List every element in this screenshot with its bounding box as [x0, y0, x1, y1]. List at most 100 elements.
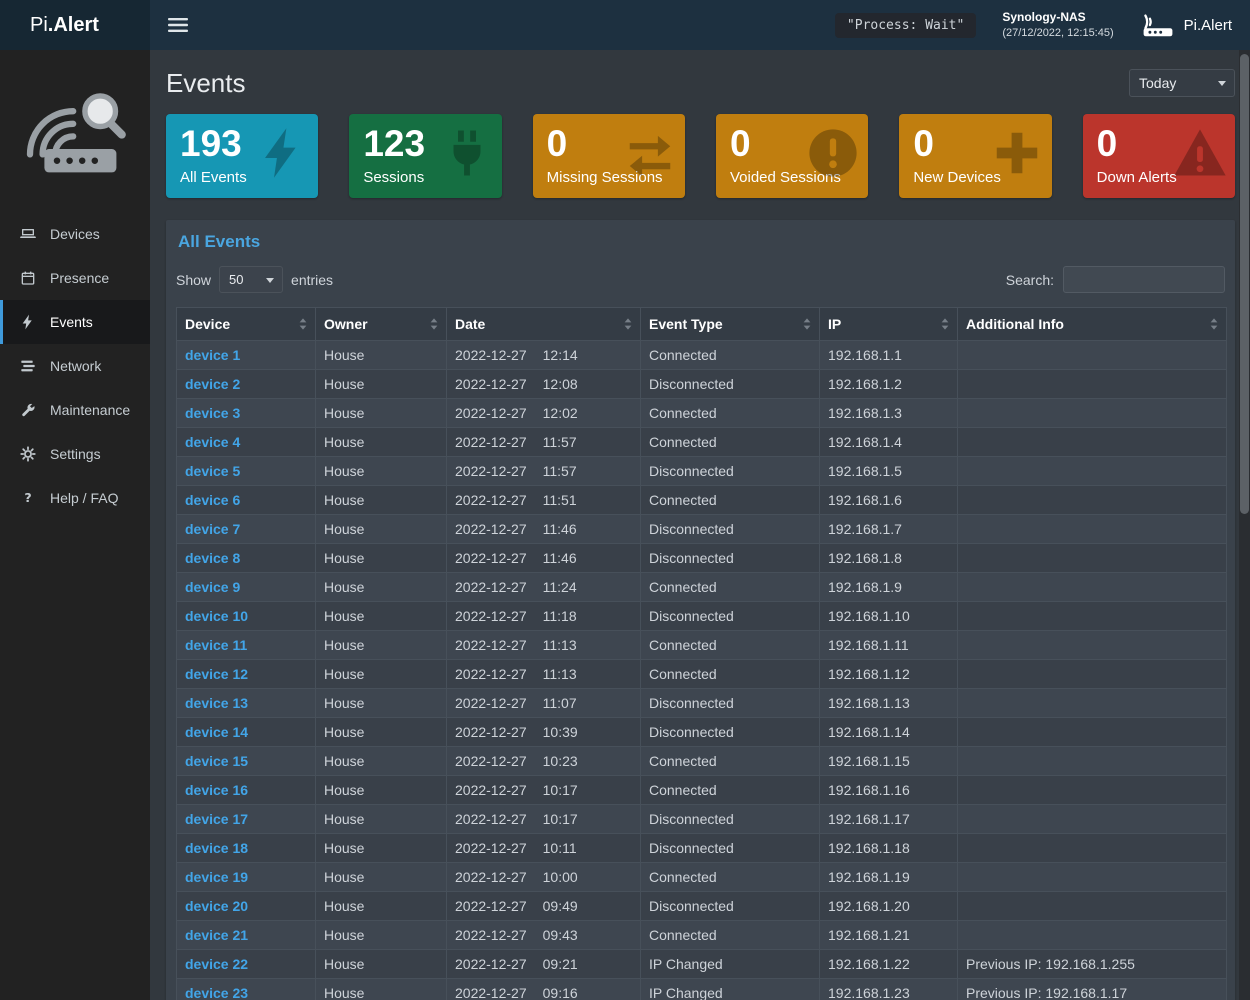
owner-cell: House [316, 544, 447, 573]
device-link[interactable]: device 22 [185, 956, 248, 972]
device-link[interactable]: device 15 [185, 753, 248, 769]
date-cell: 2022-12-2710:17 [447, 805, 641, 834]
sidebar-item-presence[interactable]: Presence [0, 256, 150, 300]
page-scrollbar[interactable] [1239, 50, 1250, 1000]
date-cell: 2022-12-2711:13 [447, 660, 641, 689]
device-link[interactable]: device 23 [185, 985, 248, 1000]
device-link[interactable]: device 16 [185, 782, 248, 798]
date-cell: 2022-12-2710:39 [447, 718, 641, 747]
event-type-cell: Disconnected [641, 892, 820, 921]
ip-cell: 192.168.1.5 [820, 457, 958, 486]
sidebar: Devices Presence EventsNetwork Maintenance S… [0, 50, 150, 1000]
additional-info-cell [958, 660, 1227, 689]
sidebar-item-maintenance[interactable]: Maintenance [0, 388, 150, 432]
owner-cell: House [316, 979, 447, 1000]
device-link[interactable]: device 10 [185, 608, 248, 624]
device-cell: device 5 [177, 457, 316, 486]
column-header-date[interactable]: Date [447, 308, 641, 341]
device-link[interactable]: device 21 [185, 927, 248, 943]
device-link[interactable]: device 3 [185, 405, 240, 421]
stat-card-down-alerts: 0Down Alerts [1083, 114, 1235, 198]
additional-info-cell [958, 341, 1227, 370]
table-row: device 4House2022-12-2711:57Connected192… [177, 428, 1227, 457]
device-link[interactable]: device 9 [185, 579, 240, 595]
sidebar-nav: Devices Presence EventsNetwork Maintenance S… [0, 212, 150, 520]
device-cell: device 21 [177, 921, 316, 950]
table-row: device 12House2022-12-2711:13Connected19… [177, 660, 1227, 689]
device-link[interactable]: device 12 [185, 666, 248, 682]
sort-icon [624, 318, 632, 330]
table-row: device 22House2022-12-2709:21IP Changed1… [177, 950, 1227, 979]
exclamation-icon [806, 126, 860, 180]
additional-info-cell [958, 747, 1227, 776]
ip-cell: 192.168.1.10 [820, 602, 958, 631]
device-link[interactable]: device 14 [185, 724, 248, 740]
search-input[interactable] [1063, 266, 1225, 293]
device-link[interactable]: device 18 [185, 840, 248, 856]
sidebar-item-settings[interactable]: Settings [0, 432, 150, 476]
events-panel: All Events Show 50 entries Search: [166, 220, 1235, 1000]
network-icon [20, 358, 40, 374]
event-type-cell: Connected [641, 660, 820, 689]
column-header-event-type[interactable]: Event Type [641, 308, 820, 341]
column-label: Additional Info [966, 316, 1064, 332]
device-link[interactable]: device 17 [185, 811, 248, 827]
device-link[interactable]: device 19 [185, 869, 248, 885]
device-link[interactable]: device 8 [185, 550, 240, 566]
sidebar-item-help-faq[interactable]: ?Help / FAQ [0, 476, 150, 520]
ip-cell: 192.168.1.9 [820, 573, 958, 602]
sort-icon [941, 318, 949, 330]
page-title: Events [166, 68, 246, 99]
sidebar-item-label: Maintenance [50, 402, 130, 418]
device-link[interactable]: device 13 [185, 695, 248, 711]
ip-cell: 192.168.1.15 [820, 747, 958, 776]
ip-cell: 192.168.1.1 [820, 341, 958, 370]
column-header-device[interactable]: Device [177, 308, 316, 341]
date-cell: 2022-12-2712:14 [447, 341, 641, 370]
column-header-ip[interactable]: IP [820, 308, 958, 341]
additional-info-cell [958, 544, 1227, 573]
ip-cell: 192.168.1.12 [820, 660, 958, 689]
sidebar-item-label: Presence [50, 270, 109, 286]
column-header-owner[interactable]: Owner [316, 308, 447, 341]
period-select[interactable]: Today [1129, 69, 1235, 97]
device-link[interactable]: device 5 [185, 463, 240, 479]
plus-icon [990, 126, 1044, 180]
device-link[interactable]: device 11 [185, 637, 247, 653]
brand-logo[interactable]: Pi.Alert [0, 0, 150, 50]
table-row: device 5House2022-12-2711:57Disconnected… [177, 457, 1227, 486]
device-link[interactable]: device 2 [185, 376, 240, 392]
table-row: device 19House2022-12-2710:00Connected19… [177, 863, 1227, 892]
table-row: device 9House2022-12-2711:24Connected192… [177, 573, 1227, 602]
ip-cell: 192.168.1.18 [820, 834, 958, 863]
additional-info-cell [958, 573, 1227, 602]
additional-info-cell [958, 805, 1227, 834]
sort-icon [803, 318, 811, 330]
device-link[interactable]: device 20 [185, 898, 248, 914]
column-header-additional-info[interactable]: Additional Info [958, 308, 1227, 341]
owner-cell: House [316, 950, 447, 979]
device-link[interactable]: device 7 [185, 521, 240, 537]
event-type-cell: Disconnected [641, 805, 820, 834]
ip-cell: 192.168.1.20 [820, 892, 958, 921]
device-link[interactable]: device 6 [185, 492, 240, 508]
table-row: device 14House2022-12-2710:39Disconnecte… [177, 718, 1227, 747]
sidebar-item-events[interactable]: Events [0, 300, 150, 344]
page-size-select[interactable]: 50 [219, 266, 283, 293]
warning-icon [1173, 126, 1227, 180]
sidebar-item-network[interactable]: Network [0, 344, 150, 388]
sidebar-toggle-button[interactable] [168, 17, 188, 33]
device-link[interactable]: device 4 [185, 434, 240, 450]
ip-cell: 192.168.1.19 [820, 863, 958, 892]
sidebar-item-devices[interactable]: Devices [0, 212, 150, 256]
device-link[interactable]: device 1 [185, 347, 240, 363]
scrollbar-thumb[interactable] [1240, 54, 1249, 514]
date-cell: 2022-12-2711:46 [447, 544, 641, 573]
device-cell: device 2 [177, 370, 316, 399]
additional-info-cell [958, 776, 1227, 805]
question-icon: ? [20, 490, 40, 506]
ip-cell: 192.168.1.2 [820, 370, 958, 399]
event-type-cell: Connected [641, 631, 820, 660]
additional-info-cell [958, 399, 1227, 428]
ip-cell: 192.168.1.13 [820, 689, 958, 718]
